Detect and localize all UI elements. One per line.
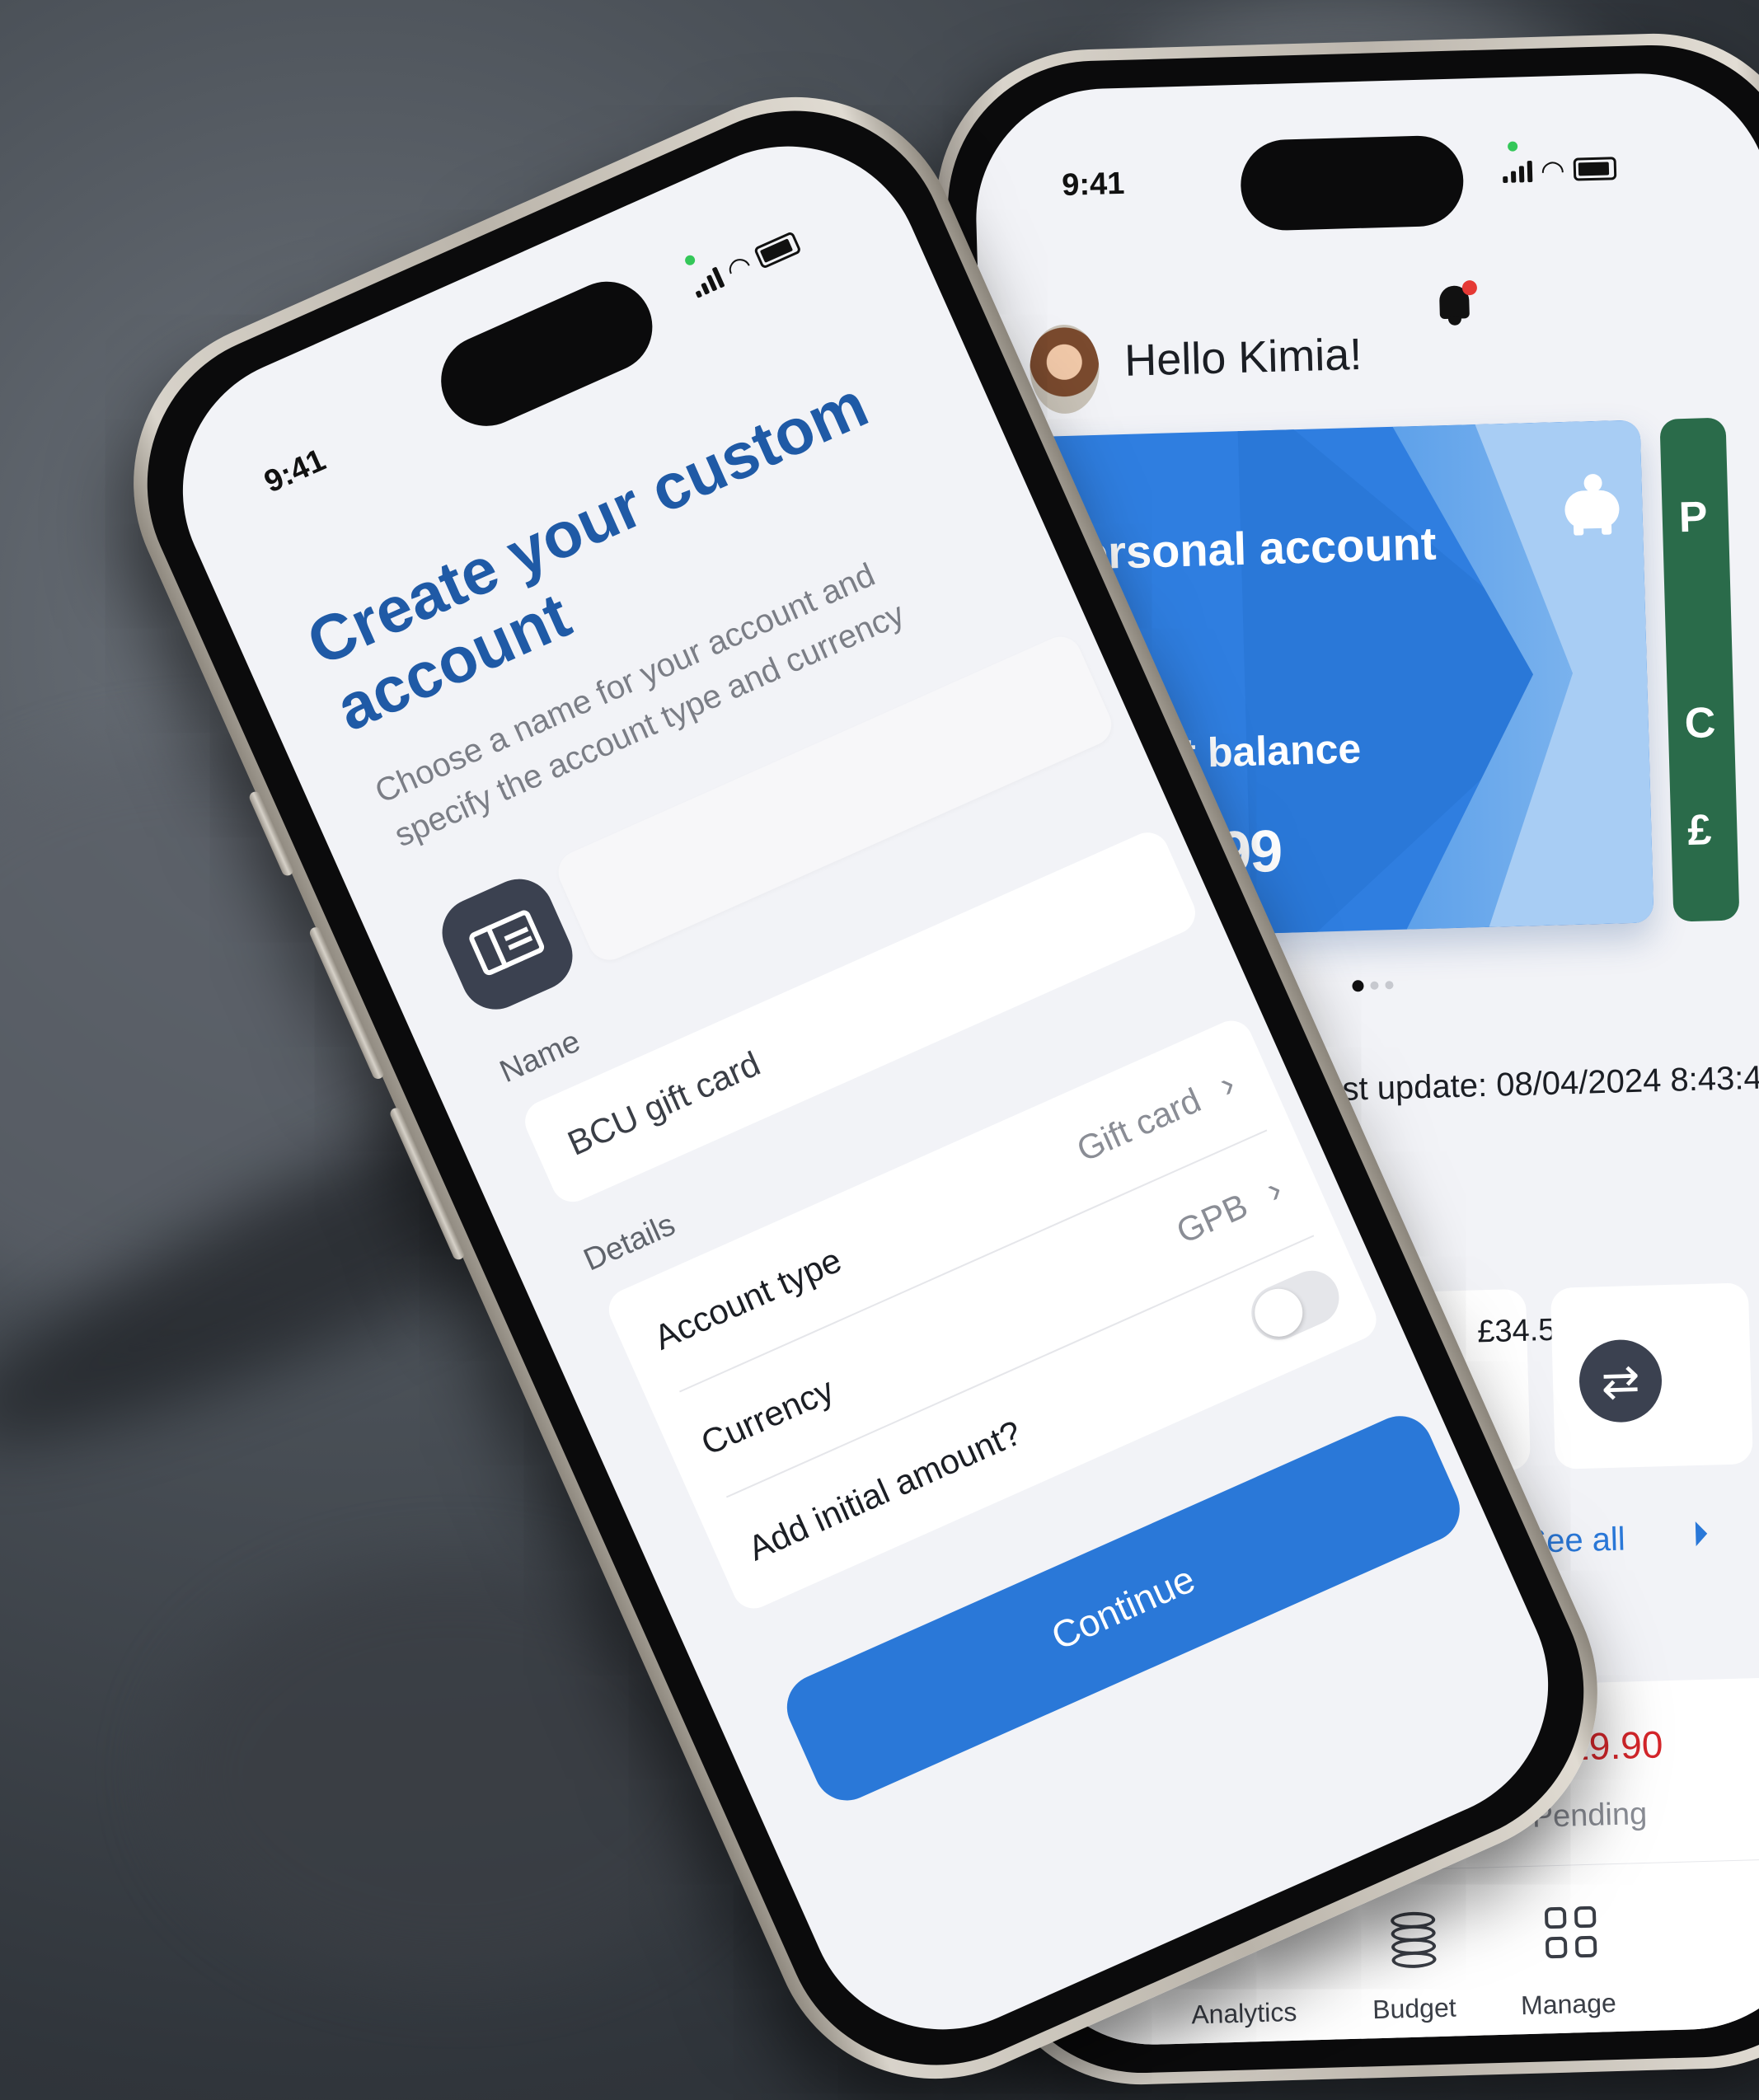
coins-icon (1390, 1911, 1437, 1969)
grid-icon (1544, 1905, 1597, 1959)
details-label: Details (579, 1207, 681, 1278)
wifi-icon: ◠ (721, 248, 758, 288)
avatar[interactable] (1028, 323, 1100, 415)
chevron-right-icon[interactable] (1695, 1521, 1708, 1547)
status-time: 9:41 (1061, 166, 1125, 203)
tab-manage[interactable]: Manage (1521, 1988, 1617, 2021)
privacy-indicator (683, 253, 697, 267)
privacy-indicator (1507, 141, 1518, 152)
status-icons: ◠ (1503, 154, 1616, 187)
greeting: Hello Kimia! (1123, 329, 1363, 386)
status-icons: ◠ (688, 231, 802, 298)
signal-icon (1503, 161, 1533, 184)
dynamic-island (426, 267, 667, 441)
bell-icon[interactable] (1436, 279, 1478, 330)
tab-budget[interactable]: Budget (1372, 1992, 1456, 2025)
chevron-right-icon: › (1213, 1063, 1241, 1105)
dynamic-island (1239, 134, 1465, 232)
piggy-bank-icon (1560, 470, 1626, 536)
status-time: 9:41 (259, 443, 331, 500)
battery-icon (1573, 157, 1616, 181)
chevron-right-icon: › (1260, 1169, 1288, 1211)
battery-icon (753, 231, 802, 270)
name-label: Name (495, 1024, 586, 1090)
wifi-icon: ◠ (1540, 154, 1566, 187)
notification-dot (1461, 279, 1478, 296)
carousel-dots[interactable] (1352, 979, 1394, 992)
next-account-card[interactable]: P C £ (1659, 417, 1740, 922)
initial-amount-toggle[interactable] (1242, 1262, 1349, 1349)
signal-icon (689, 266, 725, 298)
gift-card-icon[interactable] (431, 868, 584, 1021)
promo-scene: 9:41 ◠ Hello Kimia! Personal account Cur… (0, 0, 1759, 2100)
tab-analytics[interactable]: Analytics (1191, 1997, 1297, 2031)
last-update: Last update: 08/04/2024 8:43:44 (1305, 1059, 1759, 1109)
